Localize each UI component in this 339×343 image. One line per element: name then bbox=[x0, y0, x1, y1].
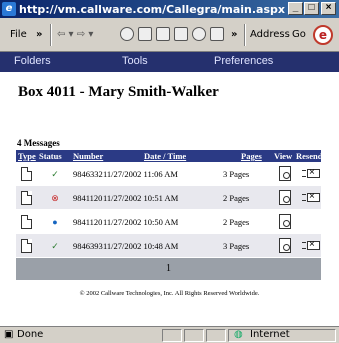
browser-status-bar: ▣ Done ◍ Internet bbox=[0, 326, 339, 343]
address-label: Address bbox=[250, 29, 290, 40]
cell-datetime: 11/27/2002 10:51 AM bbox=[103, 193, 179, 203]
table-header: Type Status Number Date / Time Pages Vie… bbox=[16, 150, 323, 162]
message-count: 4 Messages bbox=[17, 138, 60, 148]
cell-datetime: 11/27/2002 10:50 AM bbox=[103, 217, 179, 227]
toolbar-separator bbox=[50, 24, 52, 46]
status-icon: ⊗ bbox=[51, 193, 59, 203]
header-datetime[interactable]: Date / Time bbox=[144, 150, 186, 162]
back-forward-buttons[interactable]: ⇦ ▾ ⇨ ▾ bbox=[57, 27, 93, 43]
view-icon[interactable] bbox=[279, 214, 291, 229]
minimize-button[interactable]: _ bbox=[288, 2, 303, 15]
cell-number: 9841120 bbox=[73, 217, 103, 227]
header-number[interactable]: Number bbox=[73, 150, 103, 162]
cell-pages: 2 Pages bbox=[223, 193, 250, 203]
favorites-icon[interactable] bbox=[210, 27, 224, 41]
header-pages[interactable]: Pages bbox=[241, 150, 262, 162]
cell-number: 9846332 bbox=[73, 169, 103, 179]
browser-toolbar: File » ⇦ ▾ ⇨ ▾ » Address Go e bbox=[0, 18, 339, 52]
cell-number: 9846393 bbox=[73, 241, 103, 251]
cell-pages: 2 Pages bbox=[223, 217, 250, 227]
copyright-text: © 2002 Callware Technologies, Inc. All R… bbox=[79, 290, 260, 297]
fax-document-icon bbox=[21, 215, 32, 229]
cell-number: 9841120 bbox=[73, 193, 103, 203]
ie-logo-icon: e bbox=[313, 25, 333, 45]
menu-chevron[interactable]: » bbox=[36, 27, 42, 43]
nav-folders[interactable]: Folders bbox=[14, 55, 51, 67]
cell-datetime: 11/27/2002 11:06 AM bbox=[103, 169, 178, 179]
file-menu[interactable]: File bbox=[10, 27, 27, 43]
cell-pages: 3 Pages bbox=[223, 241, 250, 251]
messages-table: Type Status Number Date / Time Pages Vie… bbox=[16, 150, 323, 280]
resend-icon[interactable] bbox=[302, 167, 320, 179]
app-nav-bar: Folders Tools Preferences bbox=[0, 52, 339, 72]
page-title: Box 4011 - Mary Smith-Walker bbox=[18, 84, 219, 100]
toolbar-chevron[interactable]: » bbox=[231, 27, 237, 43]
header-status: Status bbox=[39, 151, 62, 161]
zone-label: Internet bbox=[250, 329, 290, 340]
status-pane bbox=[206, 329, 226, 342]
ie-app-icon: e bbox=[2, 2, 16, 16]
status-icon: ✓ bbox=[51, 169, 59, 179]
header-resend: Resend bbox=[296, 151, 323, 161]
view-icon[interactable] bbox=[279, 238, 291, 253]
status-done-icon: ▣ bbox=[4, 329, 14, 340]
resend-icon[interactable] bbox=[302, 239, 320, 251]
toolbar-separator bbox=[244, 24, 246, 46]
pager: 1 bbox=[16, 258, 321, 280]
close-button[interactable]: × bbox=[321, 2, 336, 15]
table-row: ✓ 9846393 11/27/2002 10:48 AM 3 Pages bbox=[16, 234, 321, 258]
refresh-icon[interactable] bbox=[138, 27, 152, 41]
header-view: View bbox=[274, 151, 293, 161]
home-icon[interactable] bbox=[156, 27, 170, 41]
maximize-button[interactable]: □ bbox=[304, 2, 319, 15]
status-icon: ✓ bbox=[51, 241, 59, 251]
fax-document-icon bbox=[21, 239, 32, 253]
header-type[interactable]: Type bbox=[18, 150, 36, 162]
table-row: ● 9841120 11/27/2002 10:50 AM 2 Pages bbox=[16, 210, 321, 234]
table-row: ⊗ 9841120 11/27/2002 10:51 AM 2 Pages bbox=[16, 186, 321, 210]
status-text: Done bbox=[17, 329, 44, 340]
view-icon[interactable] bbox=[279, 166, 291, 181]
stop-icon[interactable] bbox=[120, 27, 134, 41]
page-number-link[interactable]: 1 bbox=[166, 263, 171, 274]
status-pane bbox=[184, 329, 204, 342]
cell-pages: 3 Pages bbox=[223, 169, 250, 179]
search-icon[interactable] bbox=[192, 27, 206, 41]
status-icon: ● bbox=[52, 217, 58, 227]
nav-tools[interactable]: Tools bbox=[122, 55, 148, 67]
fax-document-icon bbox=[21, 167, 32, 181]
table-row: ✓ 9846332 11/27/2002 11:06 AM 3 Pages bbox=[16, 162, 321, 186]
status-pane bbox=[162, 329, 182, 342]
go-button[interactable]: Go bbox=[292, 27, 306, 43]
window-title: http://vm.callware.com/Callegra/main.asp… bbox=[19, 2, 287, 16]
resend-icon[interactable] bbox=[302, 191, 320, 203]
fax-document-icon bbox=[21, 191, 32, 205]
nav-preferences[interactable]: Preferences bbox=[214, 55, 273, 67]
cell-datetime: 11/27/2002 10:48 AM bbox=[103, 241, 179, 251]
view-icon[interactable] bbox=[279, 190, 291, 205]
internet-zone-icon: ◍ bbox=[234, 329, 243, 340]
print-icon[interactable] bbox=[174, 27, 188, 41]
